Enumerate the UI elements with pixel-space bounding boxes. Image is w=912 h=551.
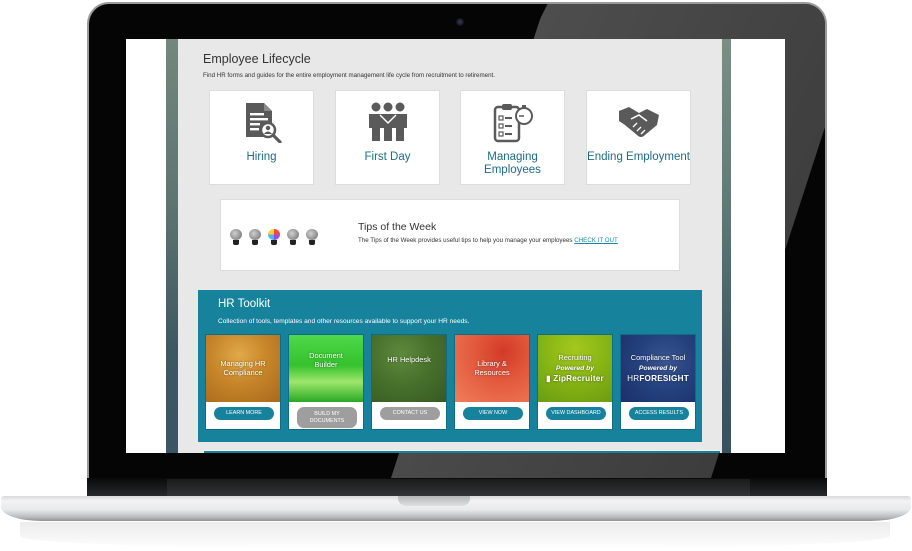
lifecycle-title: Employee Lifecycle <box>203 52 311 66</box>
laptop-mockup: Employee Lifecycle Find HR forms and gui… <box>0 0 912 551</box>
tips-text: The Tips of the Week provides useful tip… <box>358 237 573 244</box>
lifecycle-card-managing-employees[interactable]: Managing Employees <box>460 90 565 185</box>
view-now-button[interactable]: VIEW NOW <box>463 407 523 420</box>
powered-by-label: Powered by <box>555 365 595 373</box>
lightbulbs-icon <box>229 227 349 247</box>
library-image: Library & Resources <box>455 335 529 402</box>
clipboard-stopwatch-icon <box>461 101 564 143</box>
lifecycle-card-label: First Day <box>364 151 411 163</box>
recruiting-image: Recruiting Powered by ▮ ZipRecruiter <box>538 335 612 402</box>
background-image-left <box>166 39 178 453</box>
toolkit-card-title: Managing HR Compliance <box>220 359 266 377</box>
document-search-icon <box>210 101 313 143</box>
laptop-hinge-inner <box>167 479 750 497</box>
contact-us-button[interactable]: CONTACT US <box>380 407 440 420</box>
webcam-icon <box>456 18 464 26</box>
background-image-right <box>722 39 731 453</box>
learn-more-button[interactable]: LEARN MORE <box>214 407 274 420</box>
laptop-screen: Employee Lifecycle Find HR forms and gui… <box>126 39 785 453</box>
gavel-image: Managing HR Compliance <box>206 335 280 402</box>
toolkit-card-title: Library & Resources <box>474 359 510 377</box>
toolkit-card-title: Document Builder <box>309 351 343 369</box>
build-my-documents-button[interactable]: BUILD MY DOCUMENTS <box>297 407 357 428</box>
toolkit-card-title: HR Helpdesk <box>387 355 431 365</box>
toolkit-card-title: Compliance Tool <box>630 352 686 362</box>
hrforesight-logo: HRFORESIGHT <box>627 373 689 383</box>
lifecycle-card-first-day[interactable]: First Day <box>335 90 440 185</box>
laptop-opening-notch <box>398 496 470 506</box>
lifecycle-card-label: Managing Employees <box>484 151 541 176</box>
next-section-edge <box>204 450 720 453</box>
lifecycle-description: Find HR forms and guides for the entire … <box>203 72 495 79</box>
tips-description: The Tips of the Week provides useful tip… <box>358 237 618 244</box>
toolkit-card-hr-compliance: Managing HR Compliance LEARN MORE <box>205 334 281 430</box>
toolkit-card-document-builder: Document Builder BUILD MY DOCUMENTS <box>288 334 364 430</box>
lifecycle-card-hiring[interactable]: Hiring <box>209 90 314 185</box>
toolkit-card-hr-helpdesk: HR Helpdesk CONTACT US <box>371 334 447 430</box>
toolkit-card-library-resources: Library & Resources VIEW NOW <box>454 334 530 430</box>
check-it-out-link[interactable]: CHECK IT OUT <box>574 237 618 244</box>
people-group-icon <box>336 101 439 143</box>
helpdesk-image: HR Helpdesk <box>372 335 446 402</box>
tips-of-the-week-panel: Tips of the Week The Tips of the Week pr… <box>220 199 680 271</box>
hr-toolkit-panel: HR Toolkit Collection of tools, template… <box>198 290 702 442</box>
toolkit-card-compliance-tool: Compliance Tool Powered by HRFORESIGHT A… <box>620 334 696 430</box>
ziprecruiter-logo: ▮ ZipRecruiter <box>546 373 604 383</box>
lifecycle-card-label: Ending Employment <box>587 151 690 163</box>
powered-by-label: Powered by <box>638 365 678 373</box>
toolkit-card-recruiting: Recruiting Powered by ▮ ZipRecruiter VIE… <box>537 334 613 430</box>
toolkit-description: Collection of tools, templates and other… <box>218 318 470 325</box>
handshake-icon <box>587 101 690 143</box>
open-book-image: Document Builder <box>289 335 363 402</box>
laptop-reflection <box>20 522 890 550</box>
lifecycle-card-label: Hiring <box>246 151 277 163</box>
main-content: Employee Lifecycle Find HR forms and gui… <box>178 39 722 453</box>
compliance-tool-image: Compliance Tool Powered by HRFORESIGHT <box>621 335 695 402</box>
toolkit-card-title: Recruiting <box>558 352 592 362</box>
toolkit-title: HR Toolkit <box>218 298 271 310</box>
view-dashboard-button[interactable]: VIEW DASHBOARD <box>546 407 606 420</box>
tips-title: Tips of the Week <box>358 221 437 233</box>
lifecycle-card-ending-employment[interactable]: Ending Employment <box>586 90 691 185</box>
access-results-button[interactable]: ACCESS RESULTS <box>629 407 689 420</box>
